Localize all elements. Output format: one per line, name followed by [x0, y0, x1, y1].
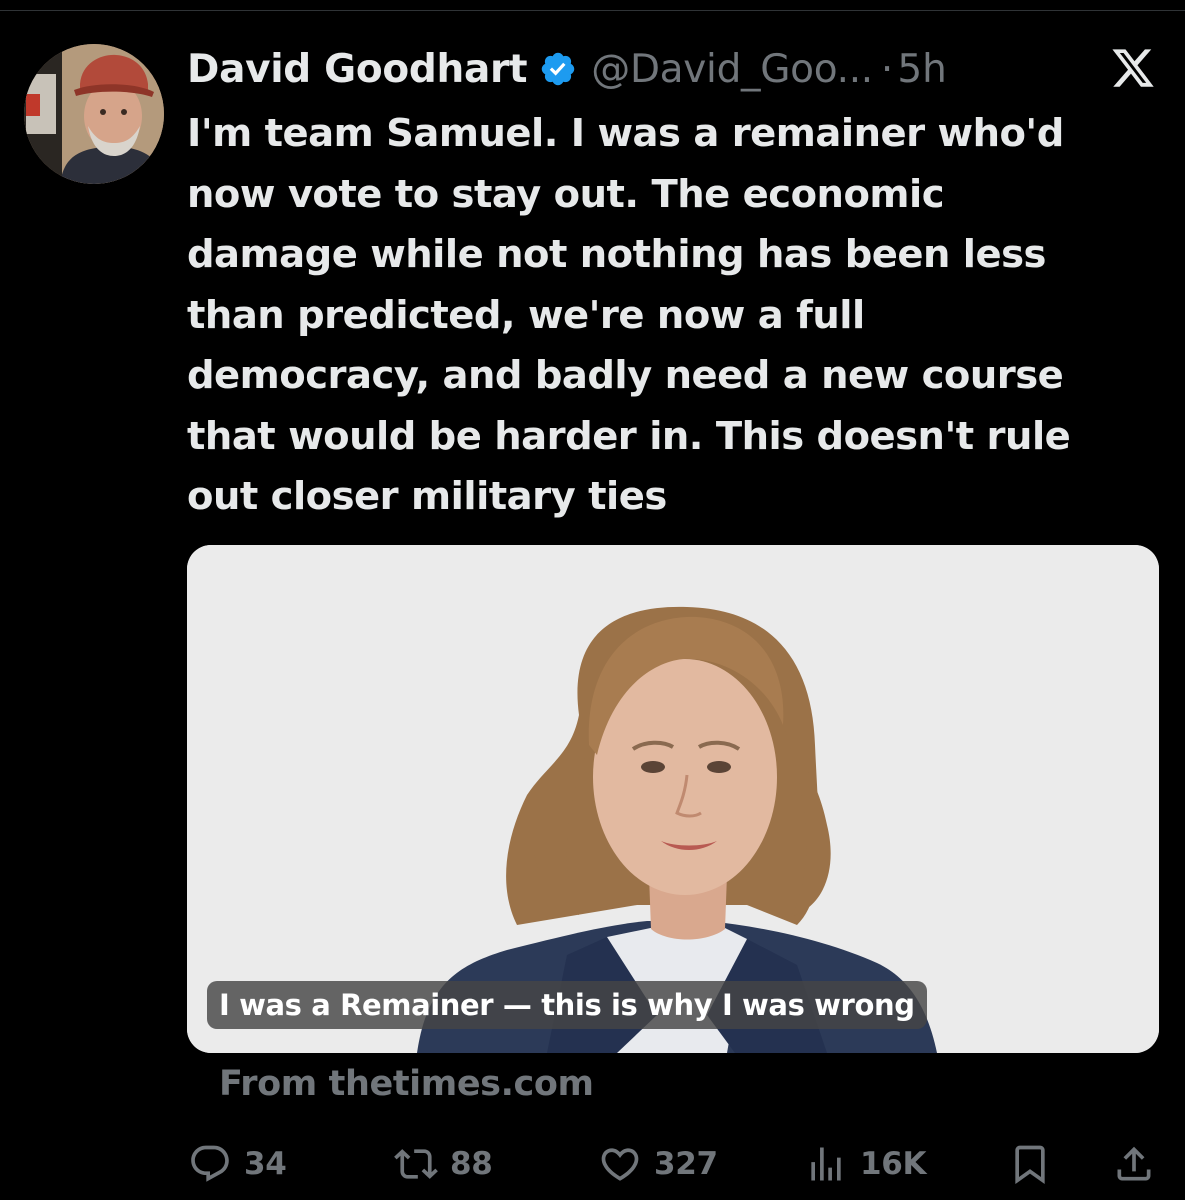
repost-icon: [394, 1142, 438, 1186]
like-count: 327: [654, 1146, 718, 1182]
reply-button[interactable]: 34: [188, 1134, 287, 1194]
repost-count: 88: [450, 1146, 493, 1182]
link-card[interactable]: I was a Remainer — this is why I was wro…: [187, 545, 1159, 1053]
card-source[interactable]: From thetimes.com: [219, 1064, 594, 1104]
tweet-text: I'm team Samuel. I was a remainer who'd …: [187, 104, 1147, 528]
verified-badge-icon: [539, 50, 577, 88]
tweet-text-line: damage while not nothing has been less: [187, 232, 1046, 277]
bookmark-button[interactable]: [1008, 1134, 1052, 1194]
share-button[interactable]: [1112, 1134, 1156, 1194]
bookmark-icon: [1008, 1142, 1052, 1186]
avatar-photo: [24, 44, 164, 184]
tweet-text-line: democracy, and badly need a new course: [187, 353, 1064, 398]
reply-count: 34: [244, 1146, 287, 1182]
separator-dot: ·: [880, 46, 894, 92]
views-icon: [804, 1142, 848, 1186]
repost-button[interactable]: 88: [394, 1134, 493, 1194]
author-handle[interactable]: @David_Goo...: [591, 47, 873, 92]
share-icon: [1112, 1142, 1156, 1186]
tweet-text-line: that would be harder in. This doesn't ru…: [187, 413, 1071, 459]
card-caption: I was a Remainer — this is why I was wro…: [207, 981, 927, 1029]
author-name[interactable]: David Goodhart: [187, 47, 528, 92]
views-count: 16K: [860, 1146, 927, 1182]
article-image: [187, 545, 1159, 1053]
tweet-actions: 34 88 327 16K: [0, 1134, 1185, 1194]
heart-icon: [598, 1142, 642, 1186]
timestamp[interactable]: 5h: [897, 47, 947, 92]
x-logo-icon[interactable]: [1110, 47, 1156, 91]
tweet-text-line: I'm team Samuel. I was a remainer who'd: [187, 111, 1064, 156]
reply-icon: [188, 1142, 232, 1186]
like-button[interactable]: 327: [598, 1134, 718, 1194]
tweet-text-line: out closer military ties: [187, 474, 667, 519]
top-divider: [0, 10, 1185, 11]
views-button[interactable]: 16K: [804, 1134, 927, 1194]
tweet-header: David Goodhart @David_Goo... · 5h: [187, 44, 947, 94]
tweet-text-line: now vote to stay out. The economic: [187, 171, 945, 217]
avatar[interactable]: [24, 44, 164, 184]
tweet-text-line: than predicted, we're now a full: [187, 292, 865, 338]
